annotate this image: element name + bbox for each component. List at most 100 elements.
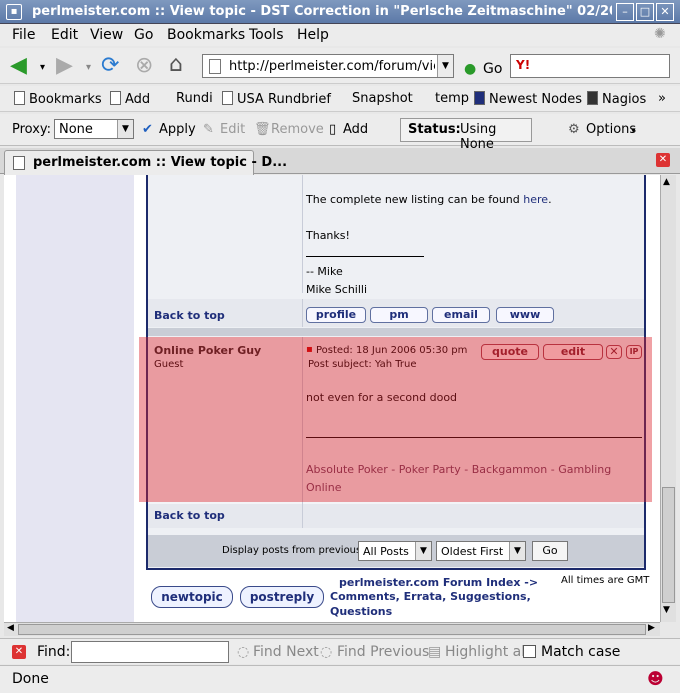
back-to-top-link[interactable]: Back to top (154, 309, 225, 322)
www-button[interactable]: www (496, 307, 554, 323)
proxy-label: Proxy: (12, 122, 52, 137)
forward-dropdown-icon[interactable]: ▾ (86, 57, 91, 79)
bookmark-temp[interactable]: temp (435, 91, 469, 106)
app-icon: ▪ (6, 4, 22, 20)
go-filter-button[interactable]: Go (532, 541, 568, 561)
menu-view[interactable]: View (90, 27, 123, 43)
scroll-right-icon[interactable]: ▶ (648, 623, 655, 633)
bookmark-icon (222, 91, 233, 105)
find-label: Find: (37, 644, 71, 660)
menu-go[interactable]: Go (134, 27, 153, 43)
find-next-button[interactable]: Find Next (253, 644, 319, 660)
stop-icon[interactable]: ⊗ (135, 55, 153, 77)
here-link[interactable]: here (523, 193, 548, 206)
search-input[interactable]: Y! (510, 54, 670, 78)
post-footer-row: Back to top (148, 504, 644, 528)
bookmark-icon (110, 91, 121, 105)
match-case-checkbox[interactable] (523, 645, 536, 658)
url-bar[interactable]: http://perlmeister.com/forum/viewtc ▼ (202, 54, 454, 78)
chevron-down-icon: ▼ (509, 542, 525, 560)
remove-button[interactable]: Remove (271, 122, 324, 137)
reload-icon[interactable]: ⟳ (101, 55, 119, 77)
go-icon[interactable]: ● (464, 58, 476, 80)
h-scrollbar-thumb[interactable] (18, 624, 646, 635)
status-monkey-icon: ☻ (647, 669, 664, 688)
close-find-icon[interactable]: ✕ (12, 645, 26, 659)
tab-bar: perlmeister.com :: View topic - D... ✕ (0, 148, 680, 175)
scrollbar-thumb[interactable] (662, 487, 675, 603)
go-button[interactable]: Go (483, 58, 502, 80)
scroll-down-icon[interactable]: ▼ (663, 605, 670, 615)
chevron-down-icon: ▼ (415, 542, 431, 560)
forward-icon[interactable]: ▶ (56, 55, 73, 77)
breadcrumb-forum-index[interactable]: perlmeister.com Forum Index -> (339, 576, 538, 589)
bookmark-nagios[interactable]: Nagios (587, 91, 646, 107)
menu-bookmarks[interactable]: Bookmarks (167, 27, 245, 43)
back-to-top-link[interactable]: Back to top (154, 509, 225, 522)
proxy-select-value: None (59, 122, 93, 137)
nagios-icon (587, 91, 598, 105)
menu-tools[interactable]: Tools (249, 27, 284, 43)
display-posts-label: Display posts from previous: (222, 545, 365, 556)
new-topic-button[interactable]: newtopic (151, 586, 233, 608)
pencil-icon: ✎ (203, 122, 214, 137)
display-options-bar: Display posts from previous: All Posts ▼… (148, 535, 644, 567)
bookmark-add[interactable]: Add (110, 91, 150, 107)
find-previous-button[interactable]: Find Previous (337, 644, 429, 660)
trash-icon: 🗑 (254, 122, 271, 137)
menu-bar: File Edit View Go Bookmarks Tools Help ✺ (0, 24, 680, 46)
email-button[interactable]: email (432, 307, 490, 323)
horizontal-scrollbar[interactable]: ◀ ▶ (4, 622, 660, 636)
highlight-icon: ▤ (428, 644, 442, 660)
back-icon[interactable]: ◀ (10, 55, 27, 77)
scroll-up-icon[interactable]: ▲ (663, 177, 670, 187)
url-dropdown-icon[interactable]: ▼ (437, 55, 453, 77)
signature-divider (306, 256, 424, 257)
back-dropdown-icon[interactable]: ▾ (40, 57, 45, 79)
bookmark-snapshot[interactable]: Snapshot (352, 91, 413, 106)
add-icon: ▯ (329, 122, 337, 137)
apply-button[interactable]: Apply (159, 122, 196, 137)
find-input[interactable] (71, 641, 229, 663)
bookmarks-overflow-button[interactable]: » (658, 91, 666, 106)
add-proxy-button[interactable]: Add (343, 122, 368, 137)
bookmark-rundi[interactable]: Rundi (176, 91, 213, 106)
close-window-button[interactable]: ✕ (656, 3, 674, 21)
scroll-left-icon[interactable]: ◀ (7, 623, 14, 633)
bookmark-bookmarks[interactable]: Bookmarks (14, 91, 102, 107)
proxy-select[interactable]: None ▼ (54, 119, 134, 139)
edit-button[interactable]: Edit (220, 122, 245, 137)
maximize-button[interactable]: □ (636, 3, 654, 21)
sort-order-select[interactable]: Oldest First ▼ (436, 541, 526, 561)
bookmark-usa-rundbrief[interactable]: USA Rundbrief (222, 91, 331, 107)
breadcrumb-category-cont[interactable]: Questions (330, 605, 392, 618)
status-text: Done (12, 671, 49, 687)
profile-button[interactable]: profile (306, 307, 366, 323)
timezone-label: All times are GMT (561, 575, 650, 586)
options-button[interactable]: Options (586, 122, 636, 137)
menu-edit[interactable]: Edit (51, 27, 78, 43)
status-label: Status: (408, 122, 461, 137)
throbber-icon: ✺ (654, 26, 666, 42)
post-filter-select[interactable]: All Posts ▼ (358, 541, 432, 561)
vertical-scrollbar[interactable]: ▲ ▼ (660, 175, 676, 622)
search-engine-icon[interactable]: Y! (516, 58, 530, 72)
window-titlebar: ▪ perlmeister.com :: View topic - DST Co… (0, 0, 680, 24)
tab-perlmeister[interactable]: perlmeister.com :: View topic - D... (4, 150, 287, 175)
bookmark-newest-nodes[interactable]: Newest Nodes (474, 91, 582, 107)
home-icon[interactable]: ⌂ (169, 54, 183, 76)
menu-file[interactable]: File (12, 27, 35, 43)
close-tab-icon[interactable]: ✕ (656, 153, 670, 167)
page-icon (209, 59, 221, 74)
menu-help[interactable]: Help (297, 27, 329, 43)
post-text: The complete new listing can be found he… (306, 193, 552, 206)
find-next-icon: ◌ (237, 644, 250, 660)
post-reply-button[interactable]: postreply (240, 586, 324, 608)
find-bar: ✕ Find: ◌ Find Next ◌ Find Previous ▤ Hi… (0, 638, 680, 664)
minimize-button[interactable]: – (616, 3, 634, 21)
highlight-all-button[interactable]: Highlight all (445, 644, 529, 660)
breadcrumb-category[interactable]: Comments, Errata, Suggestions, (330, 590, 531, 603)
pm-button[interactable]: pm (370, 307, 428, 323)
match-case-label: Match case (541, 644, 621, 660)
bookmarks-toolbar: Bookmarks Add Rundi USA Rundbrief Snapsh… (0, 86, 680, 112)
